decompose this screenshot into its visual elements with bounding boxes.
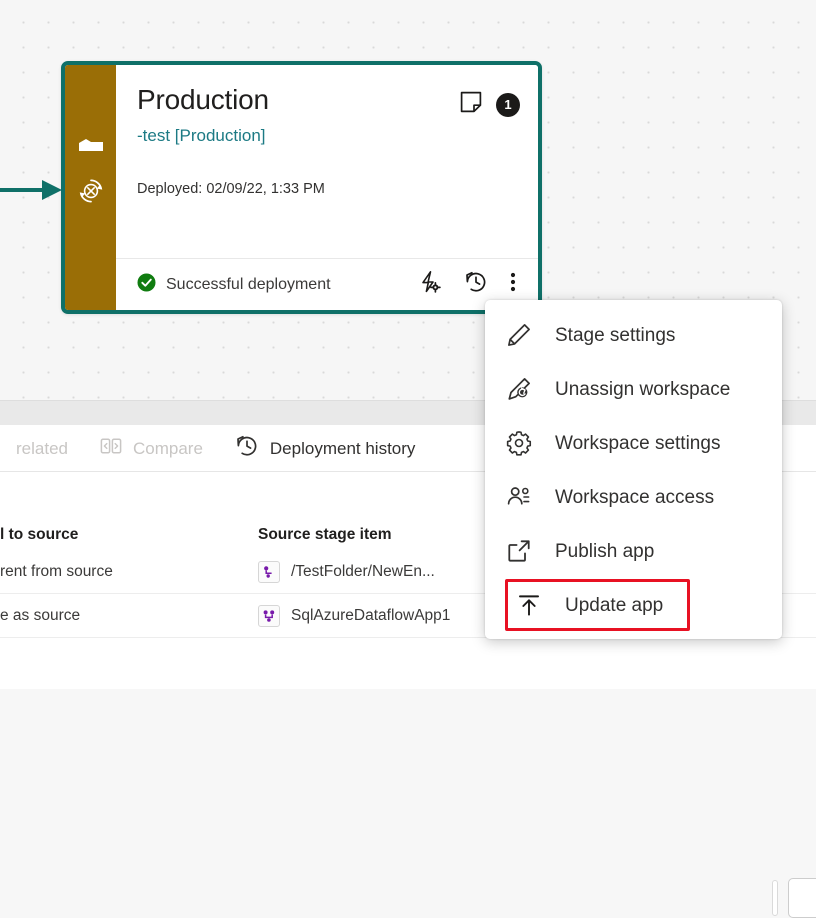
menu-item-workspace-settings[interactable]: Workspace settings bbox=[485, 416, 782, 470]
unassign-workspace-icon bbox=[505, 375, 533, 403]
refresh-failed-icon bbox=[65, 177, 116, 205]
production-stage-card[interactable]: Production 1 -test [Production] Deployed… bbox=[61, 61, 542, 314]
incoming-arrow-icon bbox=[0, 174, 70, 206]
menu-item-stage-settings[interactable]: Stage settings bbox=[485, 308, 782, 362]
stage-card-title-row: Production 1 bbox=[137, 83, 520, 119]
stage-context-menu: Stage settings Unassign workspace Worksp… bbox=[485, 300, 782, 639]
menu-item-publish-app[interactable]: Publish app bbox=[485, 524, 782, 578]
success-check-icon bbox=[137, 273, 156, 297]
stage-card-title-actions: 1 bbox=[459, 83, 520, 119]
history-icon bbox=[235, 434, 259, 463]
more-options-icon[interactable] bbox=[510, 270, 516, 299]
compare-icon bbox=[100, 435, 122, 462]
people-icon bbox=[505, 483, 533, 511]
menu-item-workspace-access[interactable]: Workspace access bbox=[485, 470, 782, 524]
tab-deployment-history[interactable]: Deployment history bbox=[219, 425, 432, 472]
table-cell-compared-to-source: e as source bbox=[0, 606, 81, 624]
dataflow-item-icon bbox=[258, 604, 280, 627]
workspace-link[interactable]: -test [Production] bbox=[137, 125, 520, 147]
stage-card-rail bbox=[65, 65, 116, 310]
external-link-icon bbox=[505, 537, 533, 565]
menu-item-label: Unassign workspace bbox=[555, 378, 731, 400]
tab-related-label: related bbox=[16, 438, 68, 458]
stage-card-main: Production 1 -test [Production] Deployed… bbox=[116, 65, 538, 258]
tab-related[interactable]: related bbox=[0, 425, 84, 472]
table-cell-compared-to-source: rent from source bbox=[0, 562, 113, 580]
tab-compare[interactable]: Compare bbox=[84, 425, 219, 472]
menu-item-update-app[interactable]: Update app bbox=[495, 578, 782, 632]
page-title: Production bbox=[137, 84, 269, 115]
stage-card-footer-actions bbox=[418, 270, 524, 299]
search-input[interactable] bbox=[788, 878, 816, 918]
table-cell-source-item-label: /TestFolder/NewEn... bbox=[291, 562, 435, 580]
menu-item-label: Stage settings bbox=[555, 324, 676, 346]
upload-arrow-icon bbox=[515, 591, 543, 619]
deployment-settings-icon[interactable] bbox=[418, 270, 442, 299]
tab-compare-label: Compare bbox=[132, 438, 203, 458]
menu-item-label: Workspace settings bbox=[555, 432, 721, 454]
sticky-note-icon[interactable] bbox=[459, 90, 483, 119]
dataflow-item-icon bbox=[258, 560, 280, 583]
deployment-status-text: Successful deployment bbox=[166, 275, 331, 293]
menu-item-unassign-workspace[interactable]: Unassign workspace bbox=[485, 362, 782, 416]
deployment-history-icon[interactable] bbox=[464, 270, 488, 299]
column-header-compared-to-source: l to source bbox=[0, 526, 79, 543]
menu-item-label: Update app bbox=[565, 594, 664, 616]
status-badge[interactable]: 1 bbox=[496, 92, 520, 117]
deployed-timestamp: Deployed: 02/09/22, 1:33 PM bbox=[137, 181, 325, 197]
pencil-icon bbox=[505, 321, 533, 349]
tab-deployment-history-label: Deployment history bbox=[269, 438, 416, 458]
stage-card-footer: Successful deployment bbox=[116, 258, 538, 310]
toolbar-sliver bbox=[772, 880, 778, 916]
table-cell-source-item-label: SqlAzureDataflowApp1 bbox=[291, 606, 451, 624]
stage-card-body: Production 1 -test [Production] Deployed… bbox=[116, 65, 538, 310]
deployment-status: Successful deployment bbox=[137, 273, 408, 297]
menu-item-label: Workspace access bbox=[555, 486, 715, 508]
gear-icon bbox=[505, 429, 533, 457]
menu-item-label: Publish app bbox=[555, 540, 655, 562]
stage-layers-icon bbox=[65, 138, 116, 156]
